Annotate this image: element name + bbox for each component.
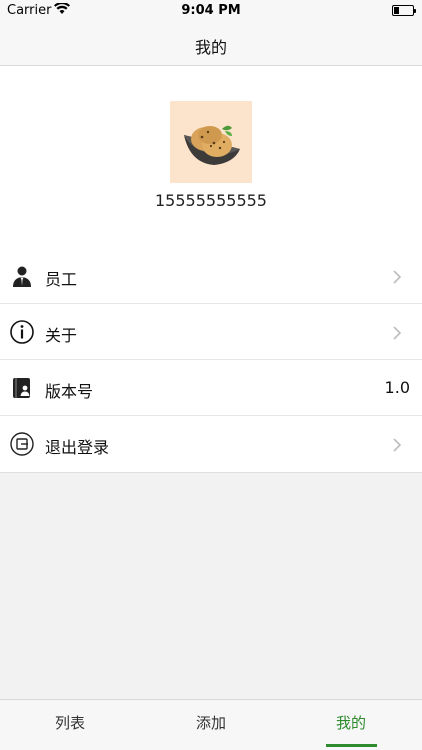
tab-mine[interactable]: 我的 <box>281 700 421 750</box>
menu-item-about[interactable]: 关于 <box>0 304 422 360</box>
tab-label: 我的 <box>335 714 366 732</box>
tab-bar: 列表 添加 我的 <box>0 699 422 750</box>
menu-item-version: 版本号 1.0 <box>0 360 422 416</box>
chevron-right-icon <box>390 269 404 284</box>
profile-section: 15555555555 <box>0 66 422 248</box>
menu-item-label: 员工 <box>45 270 78 289</box>
avatar[interactable] <box>170 101 252 183</box>
logout-icon <box>10 432 34 456</box>
menu-item-employees[interactable]: 员工 <box>0 248 422 304</box>
tab-add[interactable]: 添加 <box>141 700 281 750</box>
battery-icon <box>392 5 416 16</box>
settings-menu: 员工 关于 版本号 1.0 退出登录 <box>0 248 422 473</box>
version-book-icon <box>10 376 34 400</box>
page-title: 我的 <box>194 38 227 57</box>
menu-item-logout[interactable]: 退出登录 <box>0 416 422 472</box>
clock: 9:04 PM <box>181 3 241 18</box>
menu-item-label: 版本号 <box>45 382 94 401</box>
info-icon <box>10 320 34 344</box>
cookie-plate-image <box>170 101 252 183</box>
tab-list[interactable]: 列表 <box>0 700 140 750</box>
status-bar: Carrier 9:04 PM <box>0 0 422 22</box>
menu-item-label: 退出登录 <box>45 438 110 457</box>
chevron-right-icon <box>390 325 404 340</box>
phone-number: 15555555555 <box>155 191 267 210</box>
chevron-right-icon <box>390 437 404 452</box>
active-tab-indicator <box>326 744 377 747</box>
tab-label: 列表 <box>54 714 85 732</box>
menu-item-label: 关于 <box>45 326 78 345</box>
version-value: 1.0 <box>384 378 410 397</box>
tab-label: 添加 <box>195 714 226 732</box>
employee-icon <box>10 264 34 288</box>
navigation-bar: 我的 <box>0 22 422 66</box>
